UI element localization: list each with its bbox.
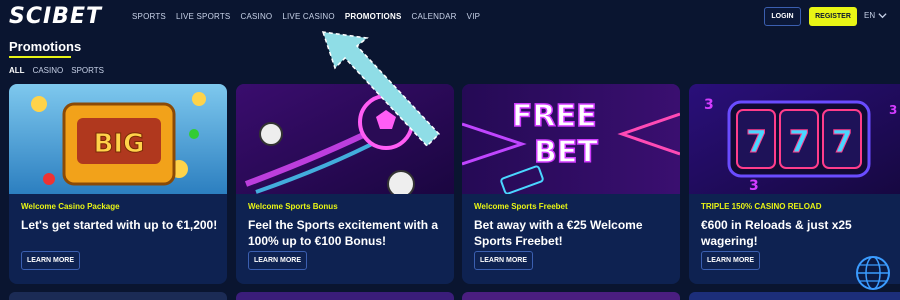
login-button[interactable]: LOGIN — [764, 7, 801, 26]
nav-sports[interactable]: SPORTS — [132, 12, 166, 21]
promo-title: Bet away with a €25 Welcome Sports Freeb… — [474, 218, 643, 248]
promo-card-casino-reload[interactable]: 777 3 3 3 TRIPLE 150% CASINO RELOAD €600… — [689, 84, 900, 284]
promo-image-football — [236, 84, 454, 194]
promo-card-sports-freebet[interactable]: FREE BET Welcome Sports Freebet Bet away… — [462, 84, 680, 284]
promo-card-next-row — [462, 292, 680, 300]
promo-tag: TRIPLE 150% CASINO RELOAD — [701, 202, 822, 211]
filter-casino[interactable]: CASINO — [33, 66, 64, 75]
nav-live-sports[interactable]: LIVE SPORTS — [176, 12, 231, 21]
learn-more-button[interactable]: LEARN MORE — [21, 251, 80, 270]
page-title: Promotions — [9, 39, 82, 54]
promo-image-777-slot: 777 3 3 3 — [689, 84, 900, 194]
nav-casino[interactable]: CASINO — [240, 12, 272, 21]
nav-vip[interactable]: VIP — [467, 12, 481, 21]
promotion-filter-tabs: ALL CASINO SPORTS — [9, 66, 104, 75]
chevron-down-icon — [878, 13, 887, 19]
language-selector[interactable]: EN — [864, 11, 887, 20]
svg-text:777: 777 — [746, 125, 875, 160]
learn-more-button[interactable]: LEARN MORE — [701, 251, 760, 270]
main-nav: SPORTS LIVE SPORTS CASINO LIVE CASINO PR… — [132, 12, 480, 21]
register-button[interactable]: REGISTER — [809, 7, 857, 26]
promo-title: Let's get started with up to €1,200! — [21, 218, 218, 232]
nav-promotions[interactable]: PROMOTIONS — [345, 12, 402, 21]
promo-card-casino-package[interactable]: BIG Welcome Casino Package Let's get sta… — [9, 84, 227, 284]
promo-card-next-row — [236, 292, 454, 300]
filter-sports[interactable]: SPORTS — [71, 66, 104, 75]
svg-text:3: 3 — [704, 97, 714, 113]
promo-image-big-win: BIG — [9, 84, 227, 194]
svg-text:BIG: BIG — [94, 129, 145, 159]
promo-title: Feel the Sports excitement with a 100% u… — [248, 218, 439, 248]
promo-card-next-row — [689, 292, 900, 300]
promo-tag: Welcome Sports Bonus — [248, 202, 338, 211]
learn-more-button[interactable]: LEARN MORE — [474, 251, 533, 270]
promo-card-sports-bonus[interactable]: Welcome Sports Bonus Feel the Sports exc… — [236, 84, 454, 284]
promo-image-free-bet: FREE BET — [462, 84, 680, 194]
filter-all[interactable]: ALL — [9, 66, 25, 75]
svg-text:3: 3 — [749, 178, 759, 194]
nav-live-casino[interactable]: LIVE CASINO — [282, 12, 334, 21]
promo-title: €600 in Reloads & just x25 wagering! — [701, 218, 852, 248]
learn-more-button[interactable]: LEARN MORE — [248, 251, 307, 270]
promo-card-next-row — [9, 292, 227, 300]
top-navigation-bar: SCIBET SPORTS LIVE SPORTS CASINO LIVE CA… — [0, 0, 900, 34]
promo-tag: Welcome Sports Freebet — [474, 202, 568, 211]
language-code: EN — [864, 11, 876, 20]
nav-calendar[interactable]: CALENDAR — [411, 12, 456, 21]
globe-icon[interactable] — [855, 255, 891, 291]
promo-tag: Welcome Casino Package — [21, 202, 120, 211]
scibet-logo[interactable]: SCIBET — [9, 4, 102, 29]
svg-text:3: 3 — [889, 103, 897, 117]
title-underline — [9, 56, 71, 58]
